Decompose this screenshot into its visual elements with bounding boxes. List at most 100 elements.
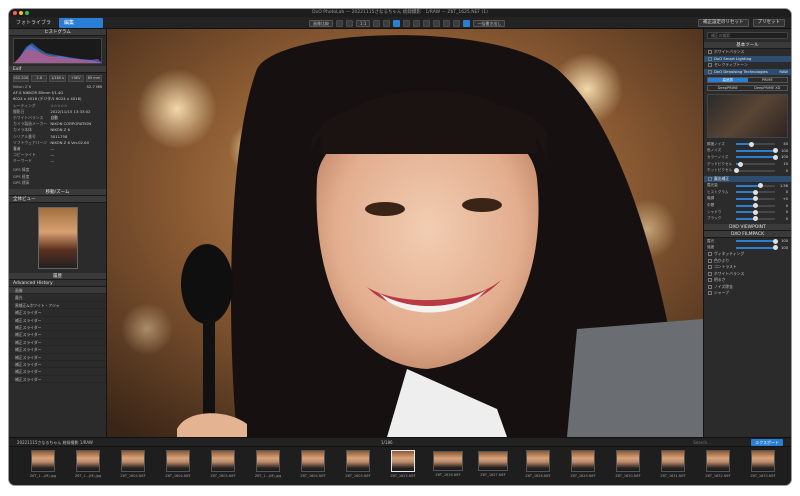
slider-track[interactable] <box>736 161 776 167</box>
hand-icon[interactable] <box>373 19 381 27</box>
checkbox-icon[interactable] <box>708 50 712 55</box>
checkbox-icon[interactable] <box>708 56 712 61</box>
slider-knob[interactable] <box>753 216 759 222</box>
filmstrip-thumbnail[interactable]: Z6T_1629.NEF <box>563 450 603 483</box>
local-adjustment-icon[interactable] <box>433 19 441 27</box>
slider-knob[interactable] <box>772 154 778 160</box>
slider-value[interactable]: 0 <box>775 210 788 214</box>
slider-value[interactable]: 40 <box>775 142 788 146</box>
checkbox-icon[interactable] <box>708 278 712 283</box>
slider-value[interactable]: 0 <box>775 217 788 221</box>
filmstrip-thumbnail[interactable]: Z6T_1625.NEF <box>383 450 423 483</box>
checkbox-icon[interactable] <box>708 252 712 257</box>
history-item[interactable]: 補正スライダー <box>9 376 106 384</box>
reset-corrections-button[interactable]: 補正設定のリセット <box>698 19 749 27</box>
slider-track[interactable] <box>736 154 778 160</box>
eye-icon[interactable] <box>453 19 461 27</box>
history-header[interactable]: 履歴 <box>9 273 106 280</box>
slider-value[interactable]: 0 <box>775 169 788 173</box>
checkbox-icon[interactable] <box>708 291 712 296</box>
filmstrip-thumbnail[interactable]: Z6T_1605.NEF <box>203 450 243 483</box>
history-item[interactable]: 黒補正&ホワイト・アジャ <box>9 302 106 310</box>
checkbox-icon[interactable] <box>708 63 712 68</box>
correction-section[interactable]: シャープ <box>704 290 791 297</box>
filmstrip-thumbnail[interactable]: Z6T_1...(M).jpg <box>68 450 108 483</box>
slider-track[interactable] <box>736 238 778 244</box>
denoise-section[interactable]: DxO Denoising Technologies RAW <box>704 68 791 75</box>
slider-value[interactable]: 0 <box>775 204 788 208</box>
filmstrip-thumbnail[interactable]: Z6T_1630.NEF <box>608 450 648 483</box>
navigator-header[interactable]: 全体ビュー <box>9 196 106 203</box>
slider-knob[interactable] <box>737 161 743 167</box>
filmpack-header[interactable]: DXO FILMPACK <box>704 231 791 239</box>
slider-track[interactable] <box>736 209 776 215</box>
slider-track[interactable] <box>736 203 776 209</box>
filmstrip-thumbnail[interactable]: Z6T_1605.NEF <box>338 450 378 483</box>
filmstrip-thumbnail[interactable]: Z6T_1604.NEF <box>113 450 153 483</box>
slider-knob[interactable] <box>772 148 778 154</box>
history-item[interactable]: 露光 <box>9 294 106 302</box>
history-item[interactable]: 補正スライダー <box>9 368 106 376</box>
horizon-icon[interactable] <box>403 19 411 27</box>
history-item[interactable]: 補正スライダー <box>9 331 106 339</box>
crop-icon[interactable] <box>393 19 401 27</box>
history-item[interactable]: 補正スライダー <box>9 324 106 332</box>
preset-button[interactable]: プリセット <box>752 19 785 27</box>
zoom-window-button[interactable] <box>25 11 29 15</box>
slider-knob[interactable] <box>753 189 759 195</box>
repair-icon[interactable] <box>423 19 431 27</box>
seg-deepprime-xd[interactable]: DeepPRIME XD <box>748 86 788 90</box>
slider-knob[interactable] <box>753 209 759 215</box>
tab-photo-library[interactable]: フォトライブラリ <box>11 18 59 36</box>
fit-icon[interactable] <box>336 19 343 27</box>
basic-tools-header[interactable]: 基本ツール <box>704 42 791 49</box>
seg-hq[interactable]: 高品質 <box>708 78 748 82</box>
slider-track[interactable] <box>736 189 776 195</box>
filmstrip-thumbnail[interactable]: Z6T_1633.NEF <box>743 450 783 483</box>
filmstrip-thumbnail[interactable]: Z6T_1628.NEF <box>518 450 558 483</box>
slider-track[interactable] <box>736 141 776 147</box>
before-after-icon[interactable] <box>463 19 471 27</box>
batch-export-button[interactable]: 一括書き出し <box>473 19 506 27</box>
compare-button[interactable]: 画像比較 <box>309 19 333 27</box>
exif-header[interactable]: Exif <box>9 66 106 73</box>
white-balance-picker-icon[interactable] <box>383 19 391 27</box>
tab-edit[interactable]: 編集 <box>59 18 103 28</box>
slider-track[interactable] <box>736 148 778 154</box>
filmstrip-thumbnail[interactable]: Z6T_1632.NEF <box>698 450 738 483</box>
navigator-thumbnail[interactable] <box>37 207 78 269</box>
viewpoint-header[interactable]: DXO VIEWPOINT <box>704 224 791 232</box>
checkbox-icon[interactable] <box>708 177 712 182</box>
image-viewer[interactable] <box>107 29 703 437</box>
history-item[interactable]: 補正スライダー <box>9 361 106 369</box>
move-zoom-header[interactable]: 移動/ズーム <box>9 189 106 196</box>
checkbox-icon[interactable] <box>708 265 712 270</box>
seg-deepprime[interactable]: DeepPRIME <box>708 86 748 90</box>
checkbox-icon[interactable] <box>708 69 712 74</box>
slider-knob[interactable] <box>749 141 755 147</box>
slider-knob[interactable] <box>753 196 759 202</box>
minimize-window-button[interactable] <box>19 11 23 15</box>
filmstrip-thumbnail[interactable]: Z6T_1627.NEF <box>473 450 513 483</box>
slider-knob[interactable] <box>733 168 739 174</box>
filmstrip-thumbnail[interactable]: Z6T_1626.NEF <box>428 450 468 483</box>
checkbox-icon[interactable] <box>708 258 712 263</box>
history-item[interactable]: 画像 <box>9 287 106 295</box>
filmstrip-thumbnail[interactable]: Z6T_1...(M).jpg <box>248 450 288 483</box>
denoise-preview[interactable] <box>707 94 788 138</box>
gps-value[interactable] <box>50 180 102 186</box>
seg-prime[interactable]: PRIME <box>748 78 788 82</box>
checkbox-icon[interactable] <box>708 284 712 289</box>
history-item[interactable]: 補正スライダー <box>9 309 106 317</box>
slider-track[interactable] <box>736 216 776 222</box>
filmstrip-thumbnail[interactable]: Z6T_1...(M).jpg <box>23 450 63 483</box>
slider-track[interactable] <box>736 196 776 202</box>
slider-track[interactable] <box>733 168 776 174</box>
slider-value[interactable]: 0 <box>775 190 788 194</box>
history-item[interactable]: 補正スライダー <box>9 339 106 347</box>
slider-knob[interactable] <box>757 183 763 189</box>
checkbox-icon[interactable] <box>708 271 712 276</box>
filmstrip-thumbnail[interactable]: Z6T_1631.NEF <box>653 450 693 483</box>
watermark-icon[interactable] <box>443 19 451 27</box>
histogram-header[interactable]: ヒストグラム <box>9 29 106 36</box>
